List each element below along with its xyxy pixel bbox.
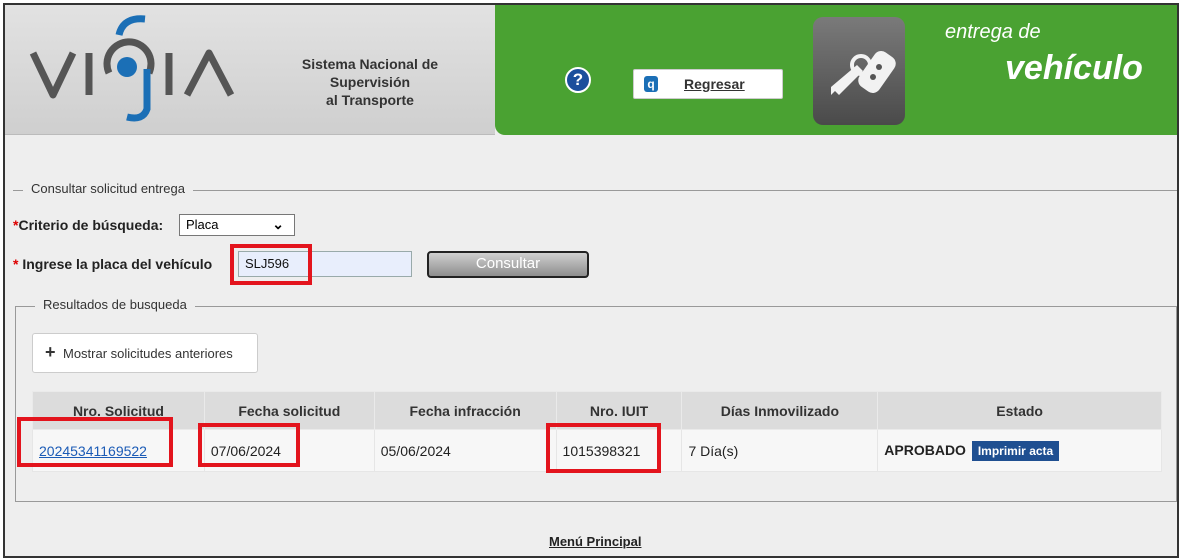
required-marker: * (13, 256, 19, 272)
col-estado: Estado (877, 391, 1162, 430)
criterio-select-value: Placa (186, 217, 219, 232)
col-fecha-infraccion: Fecha infracción (373, 391, 557, 430)
system-title-line-2: Supervisión (329, 74, 411, 90)
consulta-legend: Consultar solicitud entrega (23, 181, 193, 196)
show-previous-button[interactable]: + Mostrar solicitudes anteriores (32, 333, 258, 373)
highlight-placa (230, 244, 312, 285)
cell-fecha-infraccion: 05/06/2024 (373, 429, 557, 472)
car-key-icon (813, 17, 905, 125)
header-left: Sistema Nacional de Supervisión al Trans… (5, 5, 495, 135)
back-button[interactable]: q Regresar (633, 69, 783, 99)
consultar-button[interactable]: Consultar (427, 251, 589, 278)
placa-label: * Ingrese la placa del vehículo (13, 256, 212, 272)
back-button-label: Regresar (684, 76, 745, 92)
criterio-select[interactable]: Placa ⌄ (179, 214, 295, 236)
highlight-iuit (546, 423, 661, 473)
brand-title: vehículo (1005, 49, 1143, 87)
highlight-solicitud (17, 417, 173, 467)
system-title-line-1: Sistema Nacional de (301, 56, 439, 72)
app-frame: Sistema Nacional de Supervisión al Trans… (3, 3, 1179, 558)
col-dias: Días Inmovilizado (681, 391, 879, 430)
car-key-glyph (831, 51, 896, 95)
print-acta-button[interactable]: Imprimir acta (971, 440, 1060, 461)
plus-icon: + (45, 342, 56, 362)
cell-dias: 7 Día(s) (681, 429, 879, 472)
highlight-fecha (198, 423, 300, 467)
cell-estado: APROBADO Imprimir acta (877, 429, 1162, 472)
system-title-line-3: al Transporte (326, 92, 414, 108)
menu-principal-link[interactable]: Menú Principal (549, 534, 641, 549)
status-badge: APROBADO (884, 441, 966, 458)
help-icon[interactable]: ? (565, 67, 591, 93)
back-app-icon: q (644, 76, 658, 92)
vigia-logo (29, 15, 235, 122)
criterio-label-text: Criterio de búsqueda: (18, 217, 164, 233)
placa-label-text: Ingrese la placa del vehículo (22, 256, 213, 272)
criterio-label: *Criterio de búsqueda: (13, 217, 163, 233)
system-title: Sistema Nacional de Supervisión al Trans… (285, 55, 455, 109)
brand-subtitle: entrega de (945, 21, 1041, 43)
show-previous-label: Mostrar solicitudes anteriores (63, 346, 233, 361)
chevron-down-icon: ⌄ (272, 216, 284, 232)
header: Sistema Nacional de Supervisión al Trans… (5, 5, 1177, 135)
header-right: ? q Regresar entrega de vehículo (495, 5, 1177, 135)
results-legend: Resultados de busqueda (35, 297, 195, 312)
